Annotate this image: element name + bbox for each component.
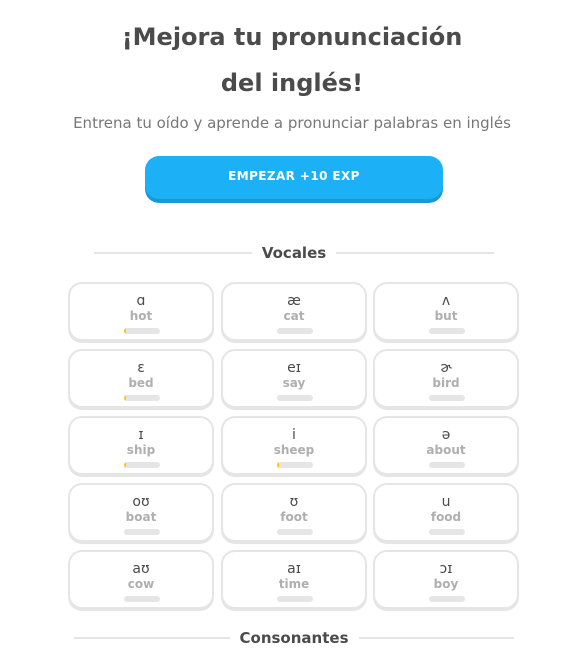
progress-bar-fill — [124, 462, 127, 468]
sound-card-but[interactable]: ʌ but — [373, 282, 519, 341]
start-button[interactable]: EMPEZAR +10 EXP — [145, 156, 443, 199]
sound-example-word: about — [426, 443, 466, 457]
sound-card-bed[interactable]: ɛ bed — [68, 349, 214, 408]
progress-bar — [429, 529, 465, 535]
sound-card-hot[interactable]: ɑ hot — [68, 282, 214, 341]
sound-example-word: boy — [433, 577, 459, 591]
progress-bar — [124, 395, 160, 401]
progress-bar — [277, 395, 313, 401]
sound-example-word: but — [434, 309, 458, 323]
section-title-consonants: Consonantes — [239, 629, 349, 647]
sound-card-cow[interactable]: aʊ cow — [68, 550, 214, 609]
divider — [94, 252, 252, 254]
sound-example-word: cow — [127, 577, 155, 591]
sound-example-word: say — [282, 376, 306, 390]
section-header-vowels: Vocales — [94, 242, 495, 264]
sound-example-word: ship — [126, 443, 156, 457]
progress-bar — [124, 462, 160, 468]
progress-bar-fill — [277, 462, 280, 468]
sound-card-cat[interactable]: æ cat — [221, 282, 367, 341]
section-header-consonants: Consonantes — [74, 627, 515, 649]
divider — [358, 637, 515, 639]
sound-card-bird[interactable]: ɚ bird — [373, 349, 519, 408]
page-title: ¡Mejora tu pronunciación del inglés! — [121, 23, 463, 97]
progress-bar — [277, 529, 313, 535]
sound-example-word: cat — [283, 309, 305, 323]
progress-bar — [429, 395, 465, 401]
sound-card-time[interactable]: aɪ time — [221, 550, 367, 609]
progress-bar-fill — [124, 395, 127, 401]
sound-card-about[interactable]: ə about — [373, 416, 519, 475]
sound-card-sheep[interactable]: i sheep — [221, 416, 367, 475]
page-subtitle: Entrena tu oído y aprende a pronunciar p… — [73, 114, 511, 132]
sound-example-word: foot — [280, 510, 308, 524]
sound-example-word: bed — [128, 376, 154, 390]
sound-card-food[interactable]: u food — [373, 483, 519, 542]
progress-bar-fill — [124, 328, 127, 334]
sound-card-boat[interactable]: oʊ boat — [68, 483, 214, 542]
progress-bar — [277, 462, 313, 468]
sound-example-word: time — [278, 577, 310, 591]
progress-bar — [429, 462, 465, 468]
progress-bar — [277, 328, 313, 334]
progress-bar — [124, 529, 160, 535]
sound-example-word: hot — [129, 309, 153, 323]
sound-example-word: bird — [432, 376, 460, 390]
sound-example-word: sheep — [273, 443, 315, 457]
sound-example-word: boat — [125, 510, 157, 524]
progress-bar — [429, 596, 465, 602]
pronunciation-page: ¡Mejora tu pronunciación del inglés! Ent… — [0, 0, 584, 655]
progress-bar — [124, 596, 160, 602]
progress-bar — [429, 328, 465, 334]
sound-card-foot[interactable]: ʊ foot — [221, 483, 367, 542]
progress-bar — [124, 328, 160, 334]
progress-bar — [277, 596, 313, 602]
sound-card-boy[interactable]: ɔɪ boy — [373, 550, 519, 609]
sound-card-say[interactable]: eɪ say — [221, 349, 367, 408]
section-title-vowels: Vocales — [261, 244, 327, 262]
sound-card-ship[interactable]: ɪ ship — [68, 416, 214, 475]
divider — [74, 637, 230, 639]
divider — [336, 252, 495, 254]
sound-example-word: food — [430, 510, 462, 524]
